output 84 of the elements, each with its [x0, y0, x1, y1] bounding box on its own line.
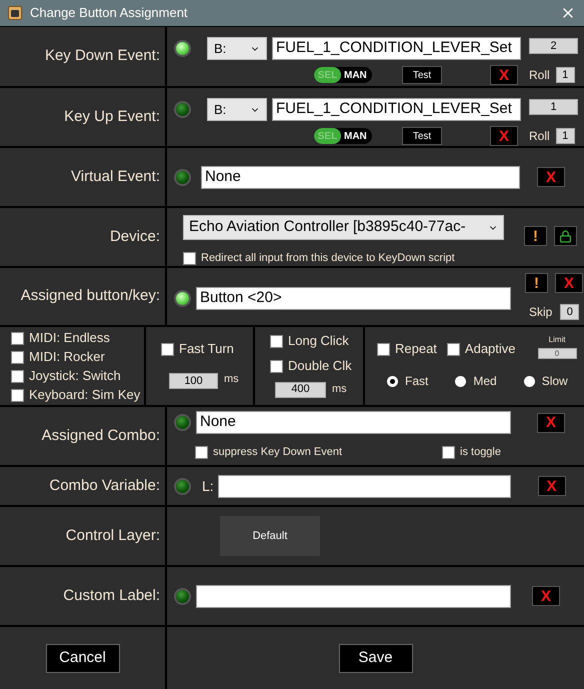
number-field[interactable]: 1	[556, 128, 575, 144]
clear-button[interactable]: X	[538, 476, 566, 496]
test-button[interactable]: Test	[402, 66, 442, 84]
field-label: Assigned button/key:	[20, 286, 160, 306]
checkbox-label: Repeat	[395, 341, 437, 357]
checkbox-label: Redirect all input from this device to KeyDown script	[201, 251, 455, 266]
clear-button[interactable]: X	[490, 65, 518, 85]
unit-label: ms	[332, 382, 347, 397]
app-icon	[8, 6, 22, 20]
checkbox[interactable]	[377, 342, 390, 356]
checkbox-label: Long Click	[288, 333, 349, 349]
field-label: Combo Variable:	[49, 476, 160, 496]
field-label: Device:	[110, 226, 160, 247]
clear-button[interactable]: X	[537, 167, 565, 187]
skip-label: Skip	[529, 304, 552, 321]
radio-button[interactable]	[387, 376, 398, 386]
warning-button[interactable]: !	[525, 273, 548, 293]
layer-button[interactable]: Default	[220, 516, 320, 556]
test-button[interactable]: Test	[402, 127, 442, 145]
number-field[interactable]: 0	[538, 348, 577, 359]
clear-button[interactable]: X	[555, 273, 583, 293]
mode-toggle[interactable]: SEL MAN	[314, 128, 372, 144]
checkbox[interactable]	[161, 342, 174, 356]
checkbox-label: Double Clk	[288, 358, 352, 374]
unit-label: ms	[224, 372, 239, 387]
checkbox-label: Fast Turn	[179, 341, 234, 357]
checkbox[interactable]	[11, 388, 24, 402]
radio-label: Med	[473, 373, 497, 390]
save-button[interactable]: Save	[338, 644, 412, 672]
number-field[interactable]: 100	[169, 373, 218, 389]
checkbox-label: MIDI: Endless	[29, 330, 110, 346]
checkbox[interactable]	[270, 334, 283, 348]
radio-label: Fast	[405, 373, 428, 390]
checkbox[interactable]	[442, 446, 456, 458]
radio-button[interactable]	[455, 376, 466, 386]
number-field[interactable]: 1	[556, 67, 575, 83]
checkbox[interactable]	[11, 332, 24, 344]
number-field[interactable]: 400	[275, 382, 326, 398]
field-label: Key Down Event:	[44, 46, 160, 66]
roll-label: Roll	[529, 128, 550, 145]
checkbox[interactable]	[446, 342, 460, 356]
number-field[interactable]: 0	[560, 304, 580, 320]
checkbox[interactable]	[183, 252, 196, 265]
clear-button[interactable]: X	[490, 126, 518, 146]
prefix-dropdown[interactable]: B:	[207, 98, 267, 121]
checkbox[interactable]	[11, 370, 24, 382]
field-label: Key Up Event:	[64, 106, 160, 127]
prefix-dropdown[interactable]: B:	[207, 37, 267, 60]
event-field[interactable]: FUEL_1_CONDITION_LEVER_Set	[272, 98, 521, 121]
field-label: Virtual Event:	[71, 166, 160, 187]
device-dropdown[interactable]: Echo Aviation Controller [b3895c40-77ac-	[183, 215, 504, 240]
field-label: Custom Label:	[63, 586, 160, 606]
checkbox[interactable]	[195, 446, 208, 458]
warning-button[interactable]: !	[524, 226, 547, 246]
checkbox-label: Keyboard: Sim Key	[29, 387, 140, 403]
checkbox[interactable]	[270, 360, 283, 372]
clear-button[interactable]: X	[532, 586, 560, 606]
checkbox-label: Joystick: Switch	[29, 368, 121, 384]
checkbox-label: MIDI: Rocker	[29, 349, 105, 365]
number-field[interactable]: 2	[529, 38, 578, 54]
input-field[interactable]	[196, 584, 511, 608]
lock-icon	[559, 230, 572, 242]
input-field[interactable]: None	[201, 166, 520, 188]
radio-label: Slow	[542, 373, 568, 390]
window-title: Change Button Assignment	[30, 4, 188, 22]
mode-toggle[interactable]: SEL MAN	[314, 67, 372, 83]
field-label: Control Layer:	[66, 526, 160, 546]
checkbox[interactable]	[11, 350, 24, 364]
limit-label: Limit	[548, 334, 566, 346]
prefix-label: L:	[202, 476, 214, 496]
field-label: Assigned Combo:	[42, 426, 160, 446]
checkbox-label: suppress Key Down Event	[213, 445, 342, 460]
number-field[interactable]: 1	[529, 99, 578, 115]
clear-button[interactable]: X	[537, 412, 565, 432]
checkbox-label: is toggle	[460, 445, 501, 460]
event-field[interactable]: FUEL_1_CONDITION_LEVER_Set	[272, 37, 521, 60]
input-field[interactable]: None	[196, 411, 511, 434]
radio-button[interactable]	[524, 376, 535, 386]
checkbox-label: Adaptive	[464, 341, 516, 357]
roll-label: Roll	[529, 67, 550, 84]
input-field[interactable]: Button <20>	[196, 287, 511, 310]
cancel-button[interactable]: Cancel	[46, 644, 120, 672]
input-field[interactable]	[218, 474, 511, 498]
lock-button[interactable]	[554, 226, 577, 246]
